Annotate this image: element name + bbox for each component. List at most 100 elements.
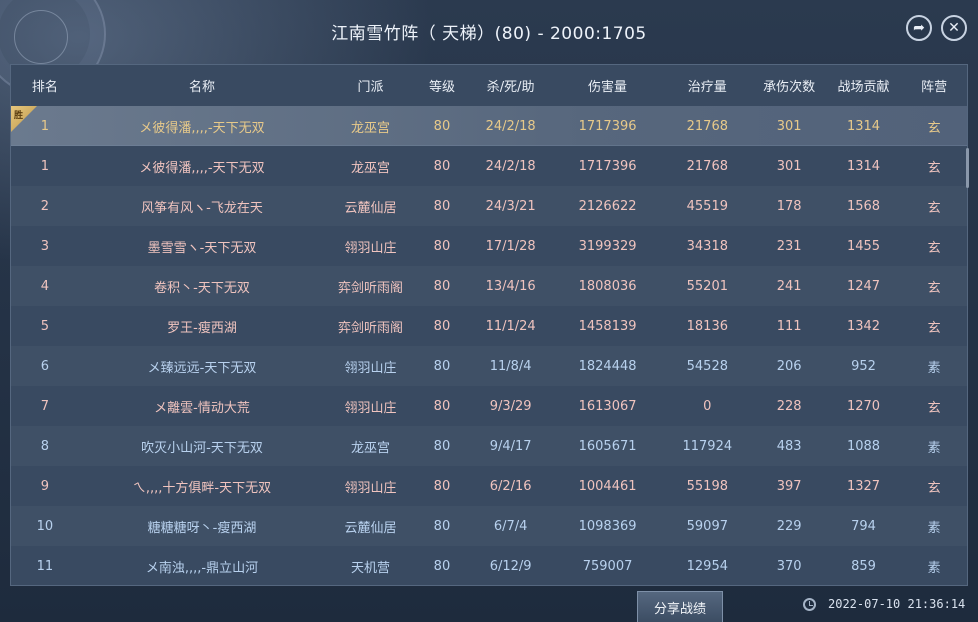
table-cell: 34318 xyxy=(686,238,728,254)
table-row[interactable]: 4 卷积丶-天下无双 弈剑听雨阁 80 13/4/16 1808036 55201 241 12… xyxy=(11,266,967,306)
table-cell: 55201 xyxy=(686,278,728,294)
table-cell: 1247 xyxy=(846,278,881,294)
table-row[interactable]: 3 墨雪雪ヽ-天下无双 翎羽山庄 80 17/1/28 3199329 34318 231 14… xyxy=(11,226,967,266)
close-icon: ✕ xyxy=(948,20,960,36)
table-cell: 9/3/29 xyxy=(489,398,532,414)
share-results-button[interactable]: 分享战绩 xyxy=(637,591,723,622)
table-cell: 54528 xyxy=(686,358,728,374)
victory-badge-label: 胜 xyxy=(14,111,24,121)
table-row[interactable]: 6 メ臻远远-天下无双 翎羽山庄 80 11/8/4 1824448 54528 206 952… xyxy=(11,346,967,386)
table-cell: 1568 xyxy=(846,198,881,214)
column-header: 名称 xyxy=(189,79,216,95)
table-cell: 素 xyxy=(927,440,941,456)
table-cell: 1455 xyxy=(846,238,881,254)
table-cell: 24/3/21 xyxy=(485,198,536,214)
table-cell: 1314 xyxy=(846,118,881,134)
table-cell: 翎羽山庄 xyxy=(344,360,397,376)
table-row[interactable]: 8 吹灭小山河-天下无双 龙巫宫 80 9/4/17 1605671 117924 483 10… xyxy=(11,426,967,466)
table-cell: 59097 xyxy=(686,518,728,534)
table-cell: 80 xyxy=(433,358,451,374)
table-cell: 483 xyxy=(776,438,802,454)
table-cell: 45519 xyxy=(686,198,728,214)
table-cell: 玄 xyxy=(927,320,941,336)
table-row[interactable]: 7 メ離雲-情动大荒 翎羽山庄 80 9/3/29 1613067 0 228 1270 玄 xyxy=(11,386,967,426)
table-cell: 21768 xyxy=(686,118,728,134)
table-cell: 1717396 xyxy=(578,158,637,174)
table-cell: 1 xyxy=(40,158,50,174)
table-row[interactable]: 1 メ彼得潘,,,,-天下无双 龙巫宫 80 24/2/18 1717396 21768 30… xyxy=(11,146,967,186)
table-cell: 24/2/18 xyxy=(485,118,536,134)
table-cell: 罗王-瘦西湖 xyxy=(167,320,237,336)
table-cell: 178 xyxy=(776,198,802,214)
table-row[interactable]: 5 罗王-瘦西湖 弈剑听雨阁 80 11/1/24 1458139 18136 111 1342… xyxy=(11,306,967,346)
table-row[interactable]: 11 メ南浊,,,,-鼎立山河 天机营 80 6/12/9 759007 12954 370 8… xyxy=(11,546,967,585)
table-cell: 794 xyxy=(851,518,876,534)
share-arrow-icon: ➦ xyxy=(913,20,925,36)
table-cell: 11/1/24 xyxy=(485,318,536,334)
table-cell: 21768 xyxy=(686,158,728,174)
table-cell: 80 xyxy=(433,198,451,214)
table-cell: 8 xyxy=(40,438,50,454)
table-cell: 12954 xyxy=(686,558,728,574)
table-cell: 6/12/9 xyxy=(489,558,532,574)
table-cell: 素 xyxy=(927,520,941,536)
table-cell: 80 xyxy=(433,558,451,574)
table-cell: 1270 xyxy=(846,398,881,414)
column-header: 治疗量 xyxy=(687,79,727,95)
table-cell: 1613067 xyxy=(578,398,637,414)
table-cell: ㄟ,,,,十方俱畔-天下无双 xyxy=(132,480,272,496)
table-cell: 玄 xyxy=(927,280,941,296)
table-cell: 229 xyxy=(776,518,802,534)
table-cell: 55198 xyxy=(686,478,728,494)
table-cell: 952 xyxy=(851,358,876,374)
table-cell: 3 xyxy=(40,238,50,254)
table-cell: 翎羽山庄 xyxy=(344,400,397,416)
table-cell: 241 xyxy=(776,278,802,294)
table-row[interactable]: 2 风筝有风ヽ-飞龙在天 云麓仙居 80 24/3/21 2126622 45519 178 1… xyxy=(11,186,967,226)
table-cell: 弈剑听雨阁 xyxy=(337,320,403,336)
table-cell: 素 xyxy=(927,360,941,376)
table-cell: 1824448 xyxy=(578,358,637,374)
table-cell: 111 xyxy=(776,318,802,334)
table-cell: 80 xyxy=(433,278,451,294)
table-cell: 云麓仙居 xyxy=(344,520,397,536)
table-cell: 80 xyxy=(433,478,451,494)
table-cell: 素 xyxy=(927,560,941,576)
table-row[interactable]: 10 糖糖糖呀丶-瘦西湖 云麓仙居 80 6/7/4 1098369 59097 229 794… xyxy=(11,506,967,546)
table-cell: 228 xyxy=(776,398,802,414)
share-button[interactable]: ➦ xyxy=(906,15,932,41)
table-cell: 80 xyxy=(433,518,451,534)
table-cell: 3199329 xyxy=(578,238,637,254)
window-title: 江南雪竹阵（ 天梯）(80) - 2000:1705 xyxy=(331,24,647,44)
column-header: 承伤次数 xyxy=(763,79,816,95)
table-cell: 风筝有风ヽ-飞龙在天 xyxy=(141,200,263,216)
table-row-self[interactable]: 胜 1 メ彼得潘,,,,-天下无双 龙巫宫 80 24/2/18 1717396 21768 3… xyxy=(11,106,967,146)
table-cell: 10 xyxy=(36,518,54,534)
table-cell: 11/8/4 xyxy=(489,358,532,374)
table-cell: 13/4/16 xyxy=(485,278,536,294)
table-cell: 301 xyxy=(776,118,802,134)
table-cell: 玄 xyxy=(927,120,941,136)
table-cell: 80 xyxy=(433,118,451,134)
column-header: 排名 xyxy=(31,79,58,95)
table-cell: 6/7/4 xyxy=(493,518,528,534)
table-cell: メ彼得潘,,,,-天下无双 xyxy=(139,120,265,136)
table-cell: 翎羽山庄 xyxy=(344,480,397,496)
table-cell: メ離雲-情动大荒 xyxy=(154,400,250,416)
table-cell: 卷积丶-天下无双 xyxy=(154,280,250,296)
scrollbar-thumb[interactable] xyxy=(966,148,969,188)
table-cell: 1098369 xyxy=(578,518,637,534)
table-cell: 1717396 xyxy=(578,118,637,134)
table-cell: 17/1/28 xyxy=(485,238,536,254)
table-cell: 玄 xyxy=(927,400,941,416)
table-cell: 6/2/16 xyxy=(489,478,532,494)
table-cell: 1605671 xyxy=(578,438,637,454)
table-cell: 天机营 xyxy=(350,560,390,576)
table-cell: 2126622 xyxy=(578,198,637,214)
table-cell: 5 xyxy=(40,318,50,334)
table-cell: 859 xyxy=(851,558,876,574)
close-button[interactable]: ✕ xyxy=(941,15,967,41)
table-row[interactable]: 9 ㄟ,,,,十方俱畔-天下无双 翎羽山庄 80 6/2/16 1004461 55198 3… xyxy=(11,466,967,506)
table-cell: 18136 xyxy=(686,318,728,334)
table-cell: 1342 xyxy=(846,318,881,334)
